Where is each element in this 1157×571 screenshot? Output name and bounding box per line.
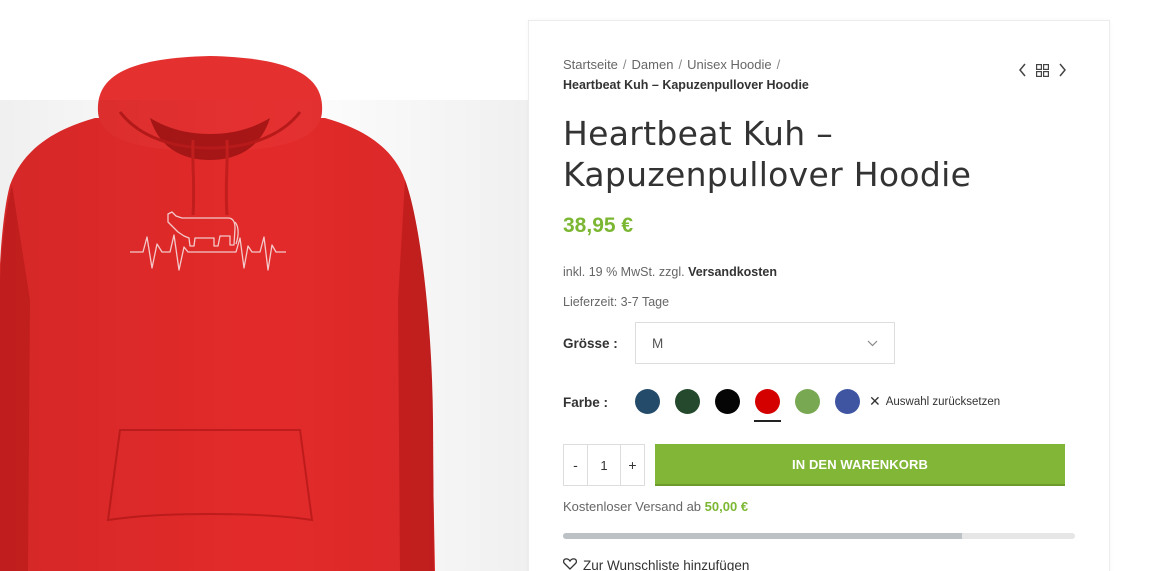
delivery-time: Lieferzeit: 3-7 Tage — [563, 295, 670, 309]
quantity-stepper: - 1 + — [563, 444, 645, 486]
shipping-costs-link[interactable]: Versandkosten — [688, 265, 777, 279]
heart-icon — [562, 558, 578, 571]
free-shipping-amount: 50,00 € — [704, 499, 749, 514]
size-selected-value: M — [652, 335, 664, 351]
color-swatch-light-green[interactable] — [795, 389, 820, 414]
quantity-increase-button[interactable]: + — [621, 445, 644, 485]
breadcrumb-current: Heartbeat Kuh – Kapuzenpullover Hoodie — [563, 78, 809, 92]
product-price: 38,95 € — [563, 214, 634, 237]
breadcrumb-link-home[interactable]: Startseite — [563, 57, 618, 72]
quantity-decrease-button[interactable]: - — [564, 445, 587, 485]
color-swatch-black[interactable] — [715, 389, 740, 414]
size-label: Grösse : — [563, 336, 618, 351]
quantity-input[interactable]: 1 — [587, 445, 621, 485]
free-shipping-progress — [563, 533, 1075, 539]
chevron-down-icon — [867, 336, 878, 350]
product-title: Heartbeat Kuh – Kapuzenpullover Hoodie — [563, 114, 972, 194]
reset-selection-button[interactable]: ✕ Auswahl zurücksetzen — [869, 393, 1000, 410]
breadcrumb-link-damen[interactable]: Damen — [632, 57, 674, 72]
breadcrumb-link-unisex-hoodie[interactable]: Unisex Hoodie — [687, 57, 772, 72]
color-swatch-navy[interactable] — [635, 389, 660, 414]
breadcrumb-separator: / — [678, 57, 683, 72]
breadcrumb-separator: / — [622, 57, 627, 72]
product-summary: Startseite / Damen / Unisex Hoodie / Heartbea… — [528, 20, 1110, 571]
color-swatch-dark-green[interactable] — [675, 389, 700, 414]
free-shipping-progress-fill — [563, 533, 963, 539]
add-to-cart-button[interactable]: IN DEN WARENKORB — [655, 444, 1065, 486]
free-shipping-notice: Kostenloser Versand ab 50,00 € — [563, 499, 748, 514]
grid-icon[interactable] — [1036, 63, 1050, 82]
chevron-right-icon[interactable] — [1058, 63, 1067, 82]
chevron-left-icon[interactable] — [1018, 63, 1027, 82]
hoodie-illustration — [0, 56, 528, 571]
color-label: Farbe : — [563, 395, 609, 410]
reset-selection-label: Auswahl zurücksetzen — [885, 395, 1001, 408]
color-swatch-red[interactable] — [754, 389, 781, 422]
color-swatch-blue[interactable] — [835, 389, 860, 414]
add-to-wishlist-link[interactable]: Zur Wunschliste hinzufügen — [562, 558, 750, 571]
product-image[interactable] — [0, 0, 528, 571]
product-page: Startseite / Damen / Unisex Hoodie / Heartbea… — [0, 0, 1157, 571]
size-select[interactable]: M — [635, 322, 895, 364]
tax-text: inkl. 19 % MwSt. zzgl. — [563, 265, 685, 279]
color-swatches: ✕ Auswahl zurücksetzen — [635, 389, 1000, 422]
breadcrumb-separator: / — [776, 57, 781, 72]
tax-info: inkl. 19 % MwSt. zzgl. Versandkosten — [563, 265, 777, 279]
product-navigation — [1018, 63, 1067, 82]
wishlist-label: Zur Wunschliste hinzufügen — [583, 558, 750, 571]
close-icon: ✕ — [869, 393, 881, 409]
breadcrumb: Startseite / Damen / Unisex Hoodie / Heartbea… — [563, 54, 983, 96]
free-shipping-text: Kostenloser Versand ab — [563, 499, 702, 514]
